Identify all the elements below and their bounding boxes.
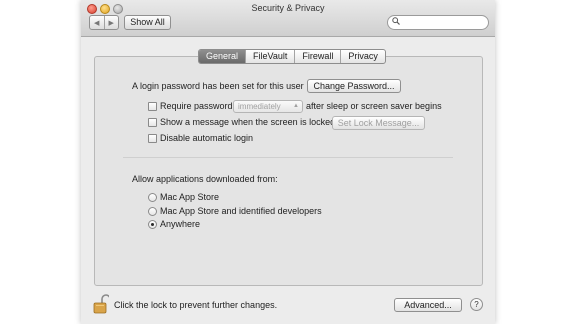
- tab-general[interactable]: General: [199, 50, 246, 63]
- tab-bar: General FileVault Firewall Privacy: [198, 49, 386, 64]
- disable-auto-login-label: Disable automatic login: [160, 133, 254, 143]
- login-password-text: A login password has been set for this u…: [132, 81, 304, 91]
- require-password-checkbox[interactable]: [148, 102, 157, 111]
- require-password-label: Require password: [160, 101, 233, 111]
- show-message-label: Show a message when the screen is locked: [160, 117, 336, 127]
- popup-arrows-icon: ▲: [293, 103, 299, 109]
- require-password-value: immediately: [238, 102, 281, 111]
- preferences-window: Security & Privacy ◀ ▶ Show All General …: [81, 0, 495, 324]
- require-password-popup[interactable]: immediately ▲: [233, 100, 303, 113]
- forward-icon[interactable]: ▶: [103, 16, 119, 29]
- radio-identified-developers[interactable]: [148, 207, 157, 216]
- disable-auto-login-checkbox[interactable]: [148, 134, 157, 143]
- radio-mac-app-store[interactable]: [148, 193, 157, 202]
- advanced-button[interactable]: Advanced...: [394, 298, 462, 312]
- search-icon: [392, 17, 400, 27]
- downloads-heading: Allow applications downloaded from:: [132, 174, 278, 184]
- show-all-button[interactable]: Show All: [124, 15, 171, 30]
- radio-anywhere-label: Anywhere: [160, 219, 201, 229]
- window-title: Security & Privacy: [251, 3, 325, 13]
- require-password-suffix: after sleep or screen saver begins: [306, 101, 442, 111]
- title-bar: Security & Privacy ◀ ▶ Show All: [81, 0, 495, 37]
- set-lock-message-button[interactable]: Set Lock Message...: [332, 116, 425, 130]
- back-icon[interactable]: ◀: [90, 16, 104, 29]
- tab-privacy[interactable]: Privacy: [340, 50, 385, 63]
- tab-filevault[interactable]: FileVault: [245, 50, 294, 63]
- lock-icon[interactable]: [93, 294, 111, 314]
- section-divider: [123, 157, 453, 158]
- lock-text: Click the lock to prevent further change…: [114, 300, 278, 310]
- change-password-button[interactable]: Change Password...: [307, 79, 401, 93]
- show-message-checkbox[interactable]: [148, 118, 157, 127]
- tab-firewall[interactable]: Firewall: [294, 50, 340, 63]
- radio-mac-app-store-label: Mac App Store: [160, 192, 220, 202]
- back-forward-group: ◀ ▶: [89, 15, 119, 30]
- radio-anywhere[interactable]: [148, 220, 157, 229]
- help-icon[interactable]: ?: [470, 298, 483, 311]
- search-input[interactable]: [387, 15, 489, 30]
- radio-identified-developers-label: Mac App Store and identified developers: [160, 206, 322, 216]
